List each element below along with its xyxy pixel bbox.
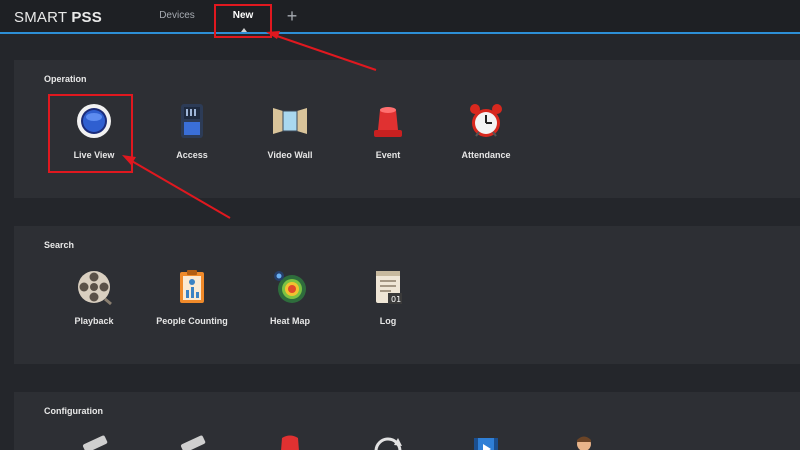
app-label: Attendance [461, 150, 511, 160]
app-event[interactable]: Event [340, 98, 436, 178]
add-tab-button[interactable]: + [284, 4, 300, 28]
film-reel-icon [75, 268, 113, 306]
device-config-icon[interactable] [77, 434, 111, 450]
highlight-box-live-view [48, 94, 133, 173]
app-video-wall[interactable]: Video Wall [242, 98, 338, 178]
section-title: Search [44, 240, 75, 250]
video-wall-icon [271, 102, 309, 140]
people-counting-icon [173, 268, 211, 306]
heat-map-icon [271, 268, 309, 306]
app-playback[interactable]: Playback [46, 264, 142, 344]
log-icon: 01 [369, 268, 407, 306]
app-label: Event [375, 150, 401, 160]
app-label: Video Wall [267, 150, 313, 160]
app-attendance[interactable]: Attendance [438, 98, 534, 178]
brand-prefix: SMART [14, 9, 67, 26]
alarm-clock-icon [467, 102, 505, 140]
app-log[interactable]: 01 Log [340, 264, 436, 344]
app-heat-map[interactable]: Heat Map [242, 264, 338, 344]
app-label: Access [176, 150, 208, 160]
highlight-box-new-tab [214, 4, 272, 38]
title-bar: SMART PSS Devices New + [0, 0, 800, 34]
search-section: Search Playback People Counting Heat Map… [14, 226, 800, 364]
tools-icon[interactable] [175, 434, 209, 450]
brand-suffix: PSS [71, 9, 102, 26]
app-label: People Counting [156, 316, 228, 326]
user-icon[interactable] [567, 434, 601, 450]
section-title: Configuration [44, 406, 103, 416]
event-config-icon[interactable] [273, 434, 307, 450]
access-icon [173, 102, 211, 140]
tab-devices[interactable]: Devices [150, 0, 204, 32]
configuration-section: Configuration [14, 392, 800, 450]
app-logo: SMART PSS [14, 9, 102, 26]
app-access[interactable]: Access [144, 98, 240, 178]
video-tour-icon[interactable] [469, 434, 503, 450]
sync-icon[interactable] [371, 434, 405, 450]
svg-text:01: 01 [391, 295, 401, 304]
app-label: Playback [74, 316, 114, 326]
app-label: Log [379, 316, 397, 326]
section-title: Operation [44, 74, 87, 84]
event-icon [369, 102, 407, 140]
app-label: Heat Map [269, 316, 310, 326]
app-people-counting[interactable]: People Counting [144, 264, 240, 344]
